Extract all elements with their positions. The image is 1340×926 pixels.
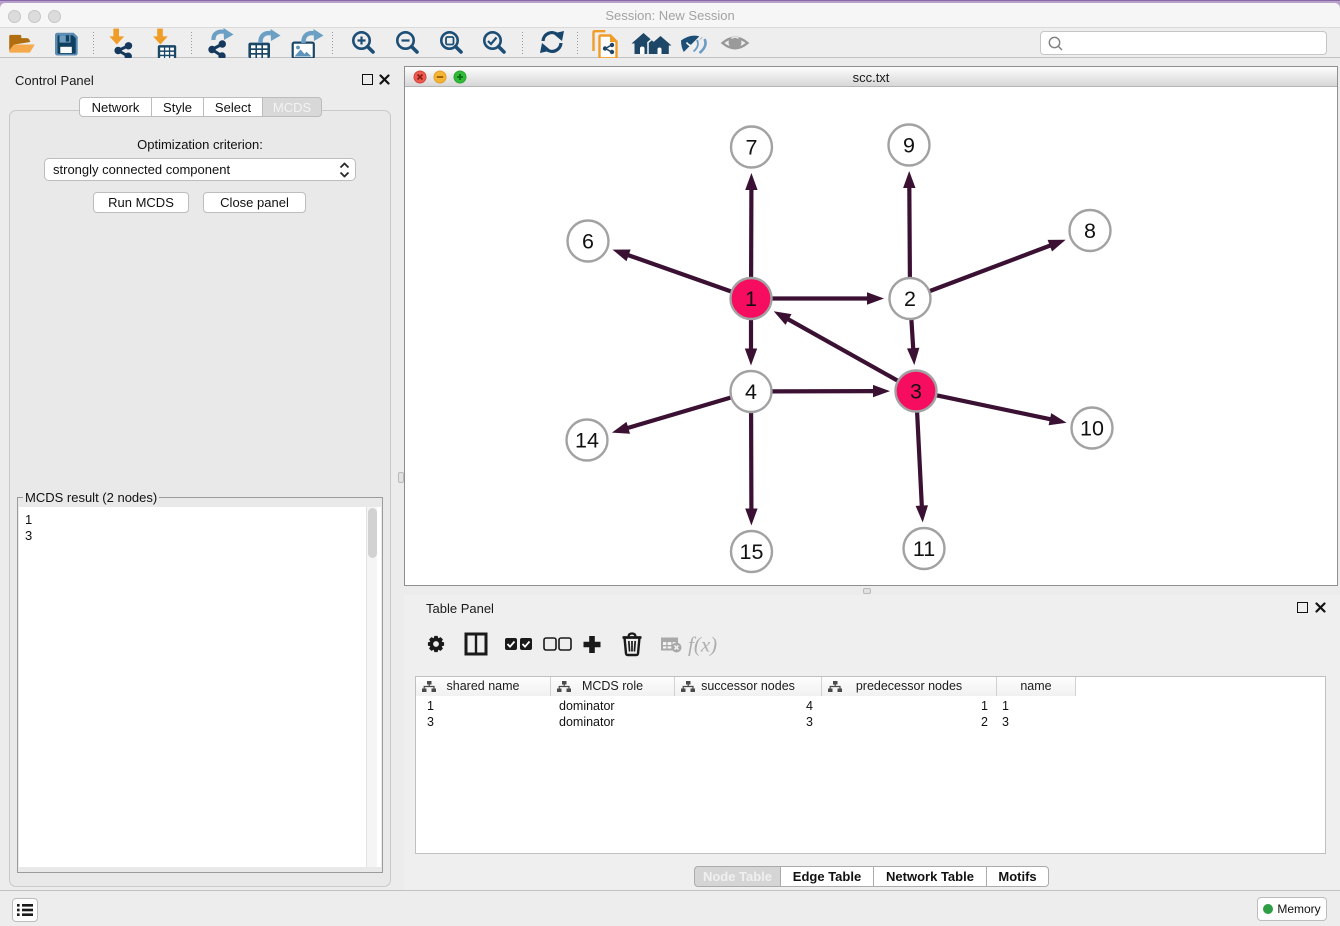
svg-text:11: 11: [913, 537, 935, 561]
svg-text:3: 3: [910, 380, 922, 404]
svg-text:9: 9: [903, 134, 915, 158]
svg-text:6: 6: [582, 230, 594, 254]
svg-text:8: 8: [1084, 219, 1096, 243]
svg-text:15: 15: [740, 540, 764, 564]
svg-text:7: 7: [746, 136, 758, 160]
svg-text:1: 1: [745, 287, 757, 311]
svg-text:10: 10: [1080, 417, 1104, 441]
svg-text:14: 14: [575, 429, 599, 453]
svg-text:f(x): f(x): [688, 633, 717, 657]
svg-text:2: 2: [904, 287, 916, 311]
svg-text:4: 4: [745, 380, 757, 404]
